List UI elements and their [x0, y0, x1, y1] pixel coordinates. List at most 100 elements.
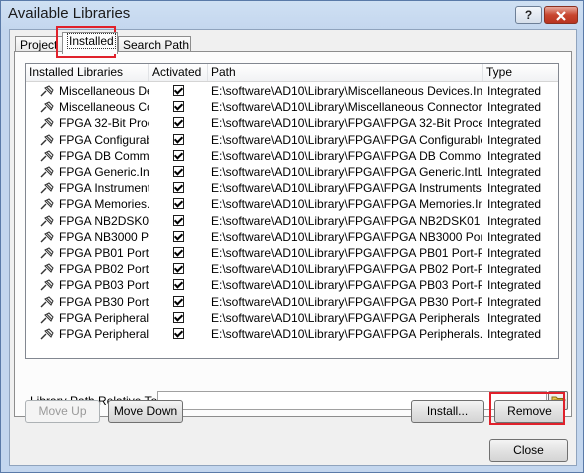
library-path: E:\software\AD10\Library\FPGA\FPGA Gener… — [211, 165, 482, 179]
library-type: Integrated — [487, 165, 542, 179]
library-name: Miscellaneous Dev — [59, 84, 149, 98]
library-name: FPGA PB02 Port-Pl — [59, 262, 149, 276]
library-name: Miscellaneous Conr — [59, 100, 149, 114]
installed-tab-panel: Installed Libraries Activated Path Type … — [14, 51, 572, 417]
activated-checkbox[interactable] — [173, 117, 184, 128]
close-button[interactable]: Close — [489, 439, 568, 462]
library-name: FPGA NB3000 Port — [59, 230, 149, 244]
pin-icon — [40, 134, 54, 146]
table-row[interactable]: FPGA Instruments.I E:\software\AD10\Libra… — [26, 180, 558, 196]
library-type: Integrated — [487, 84, 542, 98]
library-type: Integrated — [487, 197, 542, 211]
library-name: FPGA Generic.IntLi — [59, 165, 149, 179]
library-type: Integrated — [487, 246, 542, 260]
pin-icon — [40, 296, 54, 308]
library-name: FPGA DB Common — [59, 149, 149, 163]
library-name: FPGA Instruments.I — [59, 181, 149, 195]
table-row[interactable]: FPGA PB03 Port-Pl E:\software\AD10\Librar… — [26, 277, 558, 293]
column-header-type[interactable]: Type — [483, 64, 558, 81]
table-row[interactable]: FPGA 32-Bit Proces E:\software\AD10\Libra… — [26, 115, 558, 131]
library-name: FPGA PB30 Port-Pl — [59, 295, 149, 309]
library-name: FPGA Peripherals.I — [59, 327, 149, 341]
library-path: E:\software\AD10\Library\FPGA\FPGA Perip… — [211, 327, 482, 341]
activated-checkbox[interactable] — [173, 182, 184, 193]
library-path: E:\software\AD10\Library\FPGA\FPGA Confi… — [211, 133, 482, 147]
table-row[interactable]: FPGA Memories.Int E:\software\AD10\Librar… — [26, 196, 558, 212]
table-row[interactable]: FPGA NB2DSK01 I E:\software\AD10\Library\… — [26, 213, 558, 229]
activated-checkbox[interactable] — [173, 198, 184, 209]
title-bar[interactable]: Available Libraries ? — [1, 1, 583, 29]
table-row[interactable]: FPGA Generic.IntLi E:\software\AD10\Libra… — [26, 164, 558, 180]
pin-icon — [40, 198, 54, 210]
activated-checkbox[interactable] — [173, 279, 184, 290]
library-name: FPGA NB2DSK01 I — [59, 214, 149, 228]
close-icon — [556, 11, 566, 21]
pin-icon — [40, 279, 54, 291]
tab-search-path-label: Search Path — [123, 38, 190, 52]
installed-libraries-list[interactable]: Installed Libraries Activated Path Type … — [25, 63, 559, 359]
library-type: Integrated — [487, 262, 542, 276]
pin-icon — [40, 101, 54, 113]
activated-checkbox[interactable] — [173, 134, 184, 145]
activated-checkbox[interactable] — [173, 247, 184, 258]
table-row[interactable]: Miscellaneous Dev E:\software\AD10\Librar… — [26, 83, 558, 99]
move-up-button[interactable]: Move Up — [25, 400, 100, 423]
library-path: E:\software\AD10\Library\Miscellaneous D… — [211, 84, 482, 98]
activated-checkbox[interactable] — [173, 101, 184, 112]
tab-installed[interactable]: Installed — [62, 32, 118, 54]
install-button[interactable]: Install... — [411, 400, 484, 423]
dialog-body: Project Installed Search Path Installed … — [9, 29, 577, 466]
pin-icon — [40, 231, 54, 243]
library-type: Integrated — [487, 133, 542, 147]
library-name: FPGA PB03 Port-Pl — [59, 278, 149, 292]
library-path: E:\software\AD10\Library\FPGA\FPGA PB01 … — [211, 246, 482, 260]
library-type: Integrated — [487, 181, 542, 195]
column-header-installed-libraries[interactable]: Installed Libraries — [26, 64, 149, 81]
library-type: Integrated — [487, 230, 542, 244]
table-row[interactable]: FPGA DB Common E:\software\AD10\Library\F… — [26, 148, 558, 164]
library-path: E:\software\AD10\Library\FPGA\FPGA NB2DS… — [211, 214, 482, 228]
library-type: Integrated — [487, 100, 542, 114]
library-type: Integrated — [487, 116, 542, 130]
table-row[interactable]: FPGA Peripherals ( E:\software\AD10\Libra… — [26, 310, 558, 326]
library-path-input[interactable] — [157, 391, 547, 410]
activated-checkbox[interactable] — [173, 328, 184, 339]
pin-icon — [40, 150, 54, 162]
library-type: Integrated — [487, 149, 542, 163]
table-row[interactable]: FPGA PB01 Port-Pl E:\software\AD10\Librar… — [26, 245, 558, 261]
activated-checkbox[interactable] — [173, 231, 184, 242]
window-close-button[interactable] — [544, 6, 578, 24]
column-header-activated[interactable]: Activated — [149, 64, 208, 81]
library-path: E:\software\AD10\Library\FPGA\FPGA PB30 … — [211, 295, 482, 309]
library-name: FPGA Memories.Int — [59, 197, 149, 211]
table-row[interactable]: Miscellaneous Conr E:\software\AD10\Libra… — [26, 99, 558, 115]
list-header: Installed Libraries Activated Path Type — [26, 64, 558, 82]
library-type: Integrated — [487, 295, 542, 309]
table-row[interactable]: FPGA Configurable E:\software\AD10\Librar… — [26, 132, 558, 148]
activated-checkbox[interactable] — [173, 166, 184, 177]
column-header-path[interactable]: Path — [208, 64, 483, 81]
activated-checkbox[interactable] — [173, 150, 184, 161]
library-name: FPGA Peripherals ( — [59, 311, 149, 325]
pin-icon — [40, 85, 54, 97]
pin-icon — [40, 166, 54, 178]
activated-checkbox[interactable] — [173, 215, 184, 226]
activated-checkbox[interactable] — [173, 312, 184, 323]
pin-icon — [40, 117, 54, 129]
library-path: E:\software\AD10\Library\FPGA\FPGA NB300… — [211, 230, 482, 244]
activated-checkbox[interactable] — [173, 296, 184, 307]
available-libraries-dialog: Available Libraries ? Project Installed … — [0, 0, 584, 473]
help-button[interactable]: ? — [515, 6, 542, 24]
activated-checkbox[interactable] — [173, 263, 184, 274]
library-path: E:\software\AD10\Library\FPGA\FPGA 32-Bi… — [211, 116, 482, 130]
table-row[interactable]: FPGA Peripherals.I E:\software\AD10\Libra… — [26, 326, 558, 342]
library-path: E:\software\AD10\Library\FPGA\FPGA Perip… — [211, 311, 482, 325]
remove-button[interactable]: Remove — [494, 400, 565, 423]
move-down-button[interactable]: Move Down — [108, 400, 183, 423]
table-row[interactable]: FPGA PB02 Port-Pl E:\software\AD10\Librar… — [26, 261, 558, 277]
activated-checkbox[interactable] — [173, 85, 184, 96]
pin-icon — [40, 312, 54, 324]
table-row[interactable]: FPGA PB30 Port-Pl E:\software\AD10\Librar… — [26, 294, 558, 310]
library-type: Integrated — [487, 214, 542, 228]
table-row[interactable]: FPGA NB3000 Port E:\software\AD10\Library… — [26, 229, 558, 245]
